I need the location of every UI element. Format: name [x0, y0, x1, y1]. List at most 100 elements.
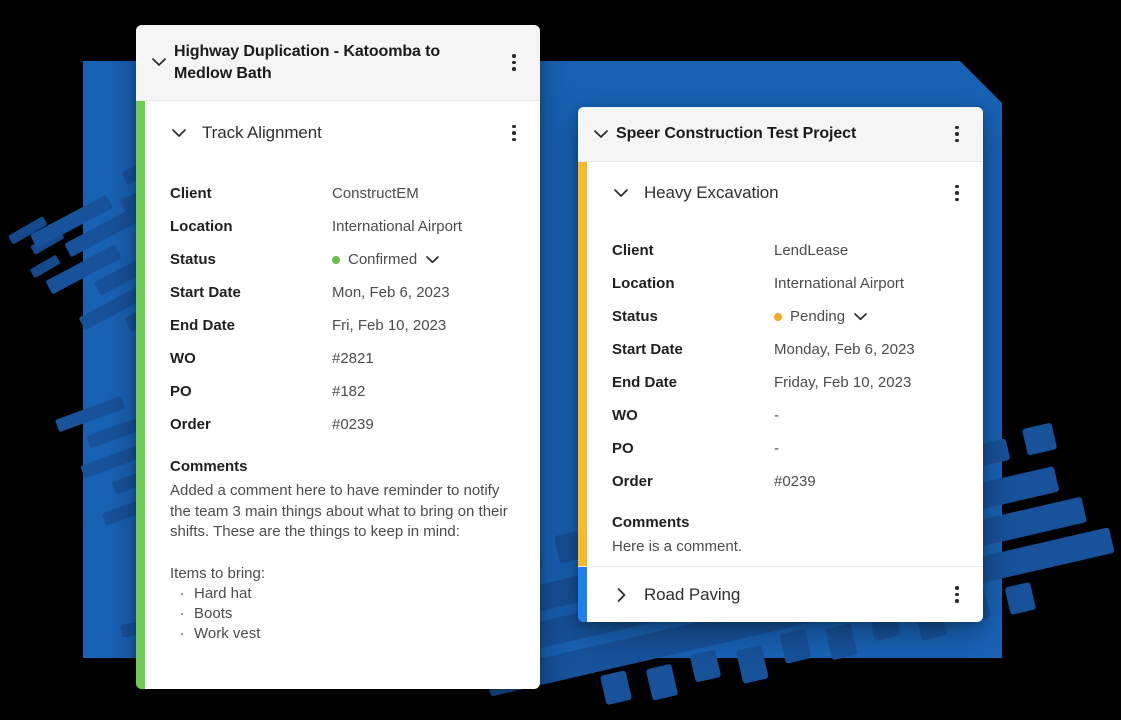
row-value: -	[774, 407, 779, 424]
row-label: End Date	[612, 374, 678, 391]
list-item-label: Hard hat	[194, 585, 252, 603]
row-label: End Date	[170, 317, 236, 334]
row-label: Start Date	[170, 284, 241, 301]
bullet-icon: ·	[179, 605, 185, 623]
section-road-paving: Road Paving	[578, 567, 983, 622]
row-value: #2821	[332, 350, 374, 367]
list-item: · Work vest	[170, 624, 540, 644]
kebab-menu-icon[interactable]	[945, 583, 969, 607]
chevron-down-icon[interactable]	[426, 255, 440, 264]
chevron-down-icon[interactable]	[610, 182, 632, 204]
section-title: Heavy Excavation	[644, 183, 779, 202]
section-heavy-excavation: Heavy Excavation Client LendLease Locati…	[578, 162, 983, 566]
row-value: Monday, Feb 6, 2023	[774, 341, 915, 358]
status-dot-icon	[774, 312, 782, 321]
row-value: Confirmed	[332, 251, 440, 268]
row-value: Mon, Feb 6, 2023	[332, 284, 450, 301]
row-value: International Airport	[774, 275, 905, 292]
comments-label: Comments	[612, 514, 690, 531]
comments-label: Comments	[170, 458, 248, 475]
row-label: Status	[170, 251, 216, 268]
kebab-menu-icon[interactable]	[945, 122, 969, 146]
chevron-down-icon[interactable]	[854, 312, 867, 321]
chevron-down-icon[interactable]	[168, 122, 190, 144]
section-header[interactable]: Heavy Excavation	[612, 162, 983, 224]
section-title: Track Alignment	[202, 123, 322, 142]
status-dot-icon	[332, 255, 340, 264]
bullet-icon: ·	[179, 625, 185, 643]
status-label: Pending	[790, 308, 846, 325]
row-value: International Airport	[332, 218, 463, 235]
row-label: PO	[170, 383, 192, 400]
row-label: PO	[612, 440, 634, 457]
row-value: #182	[332, 383, 366, 400]
detail-row-po: PO #182	[170, 375, 540, 408]
status-label: Confirmed	[348, 251, 418, 268]
card-title: Highway Duplication - Katoomba to Medlow…	[174, 43, 441, 82]
section-header[interactable]: Track Alignment	[170, 101, 540, 165]
row-value: Friday, Feb 10, 2023	[774, 374, 912, 391]
row-label: Location	[612, 275, 675, 292]
detail-row-status: Status Confirmed	[170, 243, 540, 276]
kebab-menu-icon[interactable]	[502, 121, 526, 145]
status-dropdown[interactable]: Pending	[774, 308, 867, 325]
detail-row-start-date: Start Date Mon, Feb 6, 2023	[170, 276, 540, 309]
row-label: Order	[170, 416, 211, 433]
chevron-right-icon[interactable]	[610, 584, 632, 606]
detail-row-start-date: Start Date Monday, Feb 6, 2023	[612, 333, 983, 366]
row-value: -	[774, 440, 779, 457]
card-title: Speer Construction Test Project	[616, 125, 857, 143]
row-label: Client	[170, 185, 212, 202]
chevron-down-icon[interactable]	[590, 123, 612, 145]
card-header[interactable]: Highway Duplication - Katoomba to Medlow…	[136, 25, 540, 101]
detail-row-end-date: End Date Fri, Feb 10, 2023	[170, 309, 540, 342]
card-header[interactable]: Speer Construction Test Project	[578, 107, 983, 162]
row-label: WO	[170, 350, 196, 367]
row-value: #0239	[774, 473, 816, 490]
detail-row-client: Client ConstructEM	[170, 177, 540, 210]
project-card-highway-duplication[interactable]: Highway Duplication - Katoomba to Medlow…	[136, 25, 540, 689]
section-accent-bar	[578, 162, 587, 566]
row-label: WO	[612, 407, 638, 424]
detail-row-wo: WO #2821	[170, 342, 540, 375]
row-value: #0239	[332, 416, 374, 433]
detail-row-status: Status Pending	[612, 300, 983, 333]
kebab-menu-icon[interactable]	[945, 181, 969, 205]
comments-text: Here is a comment.	[612, 538, 743, 555]
section-accent-bar	[578, 567, 587, 622]
status-dropdown[interactable]: Confirmed	[332, 251, 440, 268]
detail-row-po: PO -	[612, 432, 983, 465]
section-title: Road Paving	[644, 584, 741, 604]
row-label: Client	[612, 242, 654, 259]
comments-text: Added a comment here to have reminder to…	[170, 482, 508, 582]
row-value: Fri, Feb 10, 2023	[332, 317, 447, 334]
detail-row-client: Client LendLease	[612, 234, 983, 267]
detail-row-order: Order #0239	[612, 465, 983, 498]
detail-row-location: Location International Airport	[612, 267, 983, 300]
list-item-label: Boots	[194, 605, 233, 623]
detail-rows: Client LendLease Location International …	[612, 234, 983, 498]
list-item: · Boots	[170, 604, 540, 624]
row-value: ConstructEM	[332, 185, 419, 202]
comment-bullet-list: · Hard hat · Boots · Work vest	[170, 584, 540, 644]
detail-row-wo: WO -	[612, 399, 983, 432]
detail-row-location: Location International Airport	[170, 210, 540, 243]
row-label: Status	[612, 308, 658, 325]
row-value: Pending	[774, 308, 867, 325]
detail-row-end-date: End Date Friday, Feb 10, 2023	[612, 366, 983, 399]
row-label: Start Date	[612, 341, 683, 358]
detail-row-order: Order #0239	[170, 408, 540, 441]
kebab-menu-icon[interactable]	[502, 51, 526, 75]
section-accent-bar	[136, 101, 145, 689]
list-item-label: Work vest	[194, 625, 261, 643]
bullet-icon: ·	[179, 585, 185, 603]
project-card-speer-construction[interactable]: Speer Construction Test Project Heavy Ex…	[578, 107, 983, 622]
section-track-alignment: Track Alignment Client ConstructEM Locat…	[136, 101, 540, 689]
row-label: Location	[170, 218, 233, 235]
section-header[interactable]: Road Paving	[612, 567, 983, 622]
list-item: · Hard hat	[170, 584, 540, 604]
row-value: LendLease	[774, 242, 849, 259]
row-label: Order	[612, 473, 653, 490]
detail-rows: Client ConstructEM Location Internationa…	[170, 177, 540, 441]
chevron-down-icon[interactable]	[148, 52, 170, 74]
